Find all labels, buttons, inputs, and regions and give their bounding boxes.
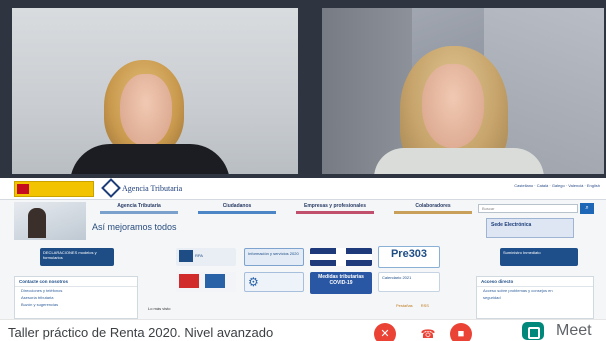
hangup-icon[interactable]: ☎	[414, 323, 442, 341]
mid-links: Pestañas RSS	[396, 303, 429, 308]
nav-ciudadanos[interactable]: Ciudadanos	[198, 203, 276, 214]
access-box-title: Acceso directo	[477, 277, 593, 287]
participant-1-body	[70, 144, 230, 174]
pestanas-link[interactable]: Pestañas	[396, 303, 413, 308]
nav-colaboradores[interactable]: Colaboradores	[394, 203, 472, 214]
camera-off-icon[interactable]: ■	[450, 323, 472, 341]
gobierno-logo[interactable]	[14, 181, 94, 197]
shared-screen: Agencia Tributaria Castellano · Català ·…	[0, 178, 606, 319]
hero-image	[14, 202, 86, 240]
contact-link[interactable]: Direcciones y teléfonos	[15, 287, 137, 294]
rpa-label: RPA	[195, 253, 203, 259]
participant-1-face	[120, 74, 172, 146]
rpa-icon	[179, 250, 193, 262]
hero-text: Así mejoramos todos	[92, 222, 177, 232]
participant-tile-1[interactable]	[12, 8, 298, 174]
site-search-input[interactable]: Buscar	[478, 204, 578, 213]
meet-logo-icon	[522, 322, 544, 340]
site-header: Agencia Tributaria Castellano · Català ·…	[0, 178, 606, 200]
rss-link[interactable]: RSS	[421, 303, 429, 308]
pre303-tile[interactable]: Pre303	[378, 246, 440, 268]
hero-person	[28, 208, 46, 238]
spain-flag-icon	[17, 184, 29, 194]
search-icon[interactable]: ⌕	[580, 203, 594, 214]
nav-empresas[interactable]: Empresas y profesionales	[296, 203, 374, 214]
gear-tile[interactable]: ⚙	[244, 272, 304, 292]
nav-agencia[interactable]: Agencia Tributaria	[100, 203, 178, 214]
rpa-tile[interactable]: RPA	[176, 248, 236, 266]
suministro-tile[interactable]: Suministro Inmediato	[500, 248, 578, 266]
contact-link[interactable]: Asesoría tributaria	[15, 294, 137, 301]
contact-link[interactable]: Buzón y sugerencias	[15, 301, 137, 308]
calendario-tile[interactable]: Calendario 2021	[378, 272, 440, 292]
campana-tile[interactable]: Información y servicios 2020	[244, 248, 304, 266]
access-link[interactable]: Acceso sobre problemas y consejos en	[477, 287, 593, 294]
agencia-tributaria-logo[interactable]: Agencia Tributaria	[101, 178, 183, 198]
uk-flag-tile[interactable]	[310, 248, 372, 266]
participant-2-face	[422, 64, 484, 148]
covid-tile[interactable]: Medidas tributarias COVID-19	[310, 272, 372, 294]
contact-box-title: Contacte con nosotros	[15, 277, 137, 287]
site-nav: Agencia Tributaria Ciudadanos Empresas y…	[100, 203, 472, 214]
access-link[interactable]: seguridad	[477, 294, 593, 301]
app-name: Meet	[556, 322, 592, 339]
brand-name: Agencia Tributaria	[122, 183, 183, 193]
agencia-mark-icon	[101, 178, 121, 198]
uk-flag-icon	[310, 248, 372, 266]
video-grid	[0, 0, 606, 178]
sede-electronica-button[interactable]: Sede Electrónica	[486, 218, 574, 238]
meeting-controls-bar: Taller práctico de Renta 2020. Nivel ava…	[0, 319, 606, 341]
mic-off-icon[interactable]: ✕	[374, 323, 396, 341]
language-links[interactable]: Castellano · Català · Galego · Valencià …	[514, 183, 600, 188]
app-tiles[interactable]	[176, 272, 236, 292]
mid-note: Lo más visto	[148, 306, 171, 311]
access-box: Acceso directo Acceso sobre problemas y …	[476, 276, 594, 319]
app-red-icon	[179, 274, 199, 288]
participant-2-body	[374, 148, 544, 174]
gear-icon: ⚙	[248, 275, 259, 289]
meeting-title: Taller práctico de Renta 2020. Nivel ava…	[8, 325, 274, 340]
contact-box: Contacte con nosotros Direcciones y telé…	[14, 276, 138, 319]
participant-tile-2[interactable]	[322, 8, 604, 174]
app-blue-icon	[205, 274, 225, 288]
declaraciones-tile[interactable]: DECLARACIONES modelos y formularios	[40, 248, 114, 266]
